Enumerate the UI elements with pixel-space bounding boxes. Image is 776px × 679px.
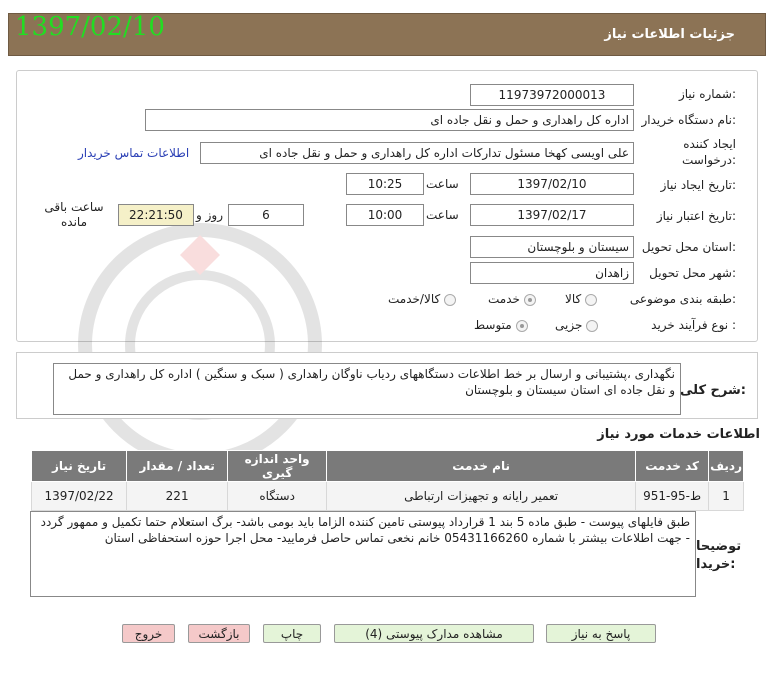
print-button[interactable]: چاپ: [263, 624, 321, 643]
need-number-field[interactable]: 11973972000013: [470, 84, 634, 106]
services-table: ردیف کد خدمت نام خدمت واحد اندازه گیری ت…: [30, 450, 744, 511]
deadline-time-field[interactable]: 10:00: [346, 204, 424, 226]
buyer-org-field[interactable]: اداره کل راهداری و حمل و نقل جاده ای: [145, 109, 634, 131]
process-label: نوع فرآیند خرید :: [651, 318, 736, 332]
created-time-label: ساعت: [426, 177, 459, 191]
remaining-time-field: 22:21:50: [118, 204, 194, 226]
services-title: اطلاعات خدمات مورد نیاز: [597, 427, 760, 442]
radio-icon: [586, 319, 599, 332]
cell-code: ط-95-951: [635, 481, 710, 511]
city-label: شهر محل تحویل:: [649, 266, 736, 280]
table-row[interactable]: 1 ط-95-951 تعمیر رایانه و تجهیزات ارتباط…: [30, 481, 744, 511]
created-date-label: تاریخ ایجاد نیاز:: [660, 178, 736, 192]
col-name-header: نام خدمت: [326, 450, 637, 482]
exit-button[interactable]: خروج: [122, 624, 175, 643]
cell-qty: 221: [126, 481, 229, 511]
deadline-label: تاریخ اعتبار نیاز:: [656, 209, 736, 223]
buyer-org-label: نام دستگاه خریدار:: [641, 113, 737, 127]
created-date-field[interactable]: 1397/02/10: [470, 173, 634, 195]
summary-textarea[interactable]: نگهداری ،پشتیبانی و ارسال بر خط اطلاعات …: [53, 363, 681, 415]
col-unit-header: واحد اندازه گیری: [227, 450, 328, 482]
buyer-contact-link[interactable]: اطلاعات تماس خریدار: [78, 146, 189, 160]
created-time-field[interactable]: 10:25: [346, 173, 424, 195]
radio-selected-icon: [523, 293, 536, 306]
col-date-header: تاریخ نیاز: [30, 450, 128, 482]
notes-textarea[interactable]: طبق فایلهای پیوست - طبق ماده 5 بند 1 قرا…: [30, 511, 696, 597]
col-qty-header: تعداد / مقدار: [126, 450, 229, 482]
services-header-row: ردیف کد خدمت نام خدمت واحد اندازه گیری ت…: [30, 450, 744, 482]
city-field[interactable]: زاهدان: [470, 262, 634, 284]
creator-label: ایجاد کننده درخواست:: [682, 137, 736, 167]
days-field[interactable]: 6: [228, 204, 304, 226]
category-radio-goods[interactable]: کالا: [565, 292, 598, 306]
category-goods-label: کالا: [565, 292, 582, 306]
category-both-label: کالا/خدمت: [388, 292, 441, 306]
cell-name: تعمیر رایانه و تجهیزات ارتباطی: [326, 481, 637, 511]
days-label: روز و: [196, 208, 223, 222]
process-minor-label: جزیی: [555, 318, 583, 332]
back-button[interactable]: بازگشت: [188, 624, 250, 643]
radio-selected-icon: [515, 319, 528, 332]
creator-field[interactable]: علی اویسی کهخا مسئول تدارکات اداره کل را…: [200, 142, 634, 164]
col-row-header: ردیف: [708, 450, 744, 482]
category-service-label: خدمت: [488, 292, 520, 306]
process-radio-medium[interactable]: متوسط: [474, 318, 528, 332]
attachments-button[interactable]: مشاهده مدارک پیوستی (4): [334, 624, 534, 643]
radio-icon: [444, 293, 457, 306]
header-date: 1397/02/10: [15, 12, 165, 42]
need-number-label: شماره نیاز:: [678, 87, 736, 101]
page-title: جزئیات اطلاعات نیاز: [604, 27, 735, 42]
category-label: طبقه بندی موضوعی:: [629, 292, 736, 306]
radio-icon: [585, 293, 598, 306]
province-label: استان محل تحویل:: [641, 240, 736, 254]
process-radio-minor[interactable]: جزیی: [555, 318, 599, 332]
deadline-time-label: ساعت: [426, 208, 459, 222]
cell-date: 1397/02/22: [30, 481, 128, 511]
category-radio-both[interactable]: کالا/خدمت: [388, 292, 457, 306]
province-field[interactable]: سیستان و بلوچستان: [470, 236, 634, 258]
category-radio-service[interactable]: خدمت: [488, 292, 536, 306]
reply-button[interactable]: پاسخ به نیاز: [546, 624, 656, 643]
col-code-header: کد خدمت: [635, 450, 710, 482]
page-header: 1397/02/10 جزئیات اطلاعات نیاز: [8, 12, 766, 56]
cell-row: 1: [708, 481, 744, 511]
deadline-date-field[interactable]: 1397/02/17: [470, 204, 634, 226]
cell-unit: دستگاه: [227, 481, 328, 511]
remaining-label: ساعت باقی مانده: [44, 200, 104, 229]
process-medium-label: متوسط: [474, 318, 512, 332]
